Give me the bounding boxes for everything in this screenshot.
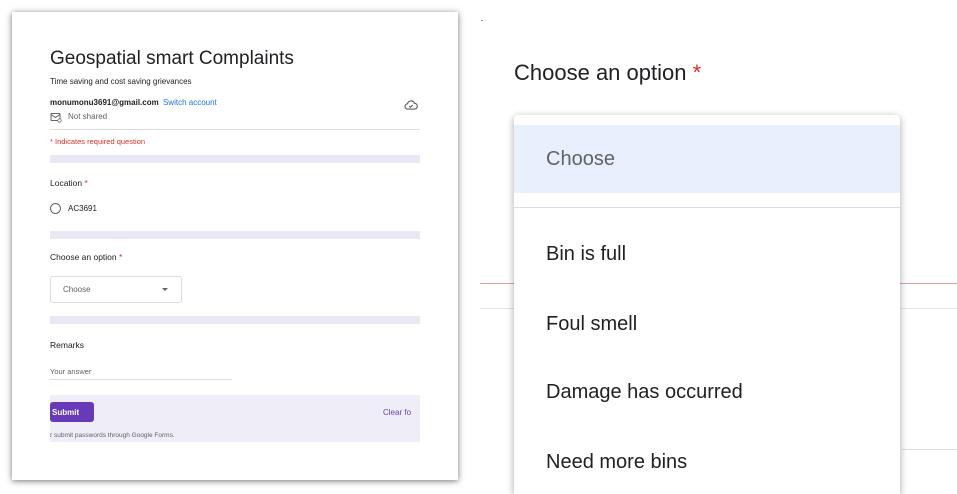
- dropdown-option-choose-label[interactable]: Choose: [546, 148, 615, 171]
- section-band: [50, 231, 420, 239]
- menu-divider: [514, 207, 900, 208]
- form-description: Time saving and cost saving grievances: [50, 77, 192, 86]
- dropdown-selected-value: Choose: [63, 285, 91, 294]
- dropdown-option-foul-smell[interactable]: Foul smell: [546, 313, 637, 336]
- required-asterisk: *: [119, 252, 123, 262]
- dropdown-option-damage-has-occurred[interactable]: Damage has occurred: [546, 381, 743, 404]
- remarks-question-label: Remarks: [50, 340, 85, 350]
- not-shared-icon: [50, 113, 62, 123]
- divider: [50, 129, 420, 130]
- location-option-label[interactable]: AC3691: [68, 204, 97, 213]
- switch-account-link[interactable]: Switch account: [163, 98, 217, 107]
- form-panel: Geospatial smart Complaints Time saving …: [12, 12, 458, 480]
- account-email: monumonu3691@gmail.com: [50, 98, 159, 107]
- choose-option-question-label: Choose an option *: [50, 252, 122, 262]
- footer-note: r submit passwords through Google Forms.: [50, 432, 175, 439]
- location-question-label: Location *: [50, 178, 88, 188]
- cloud-icon: [404, 100, 418, 110]
- location-radio-button[interactable]: [50, 203, 61, 214]
- section-band: [50, 155, 420, 163]
- required-asterisk: *: [84, 178, 88, 188]
- account-row: monumonu3691@gmail.com Switch account: [50, 98, 217, 107]
- divider: [902, 449, 957, 450]
- dropdown-option-bin-is-full[interactable]: Bin is full: [546, 243, 626, 266]
- chevron-down-icon: [162, 288, 168, 291]
- zoom-question-text: Choose an option: [514, 60, 687, 85]
- remarks-input[interactable]: Your answer: [50, 367, 232, 380]
- dropdown-option-need-more-bins[interactable]: Need more bins: [546, 451, 687, 474]
- decorative-mark: [481, 20, 483, 21]
- clear-form-button[interactable]: Clear fo: [383, 408, 411, 417]
- location-label-text: Location: [50, 178, 83, 188]
- required-asterisk: *: [692, 60, 702, 85]
- section-band: [50, 316, 420, 324]
- zoom-question-label: Choose an option *: [514, 60, 701, 86]
- not-shared-label: Not shared: [68, 112, 108, 121]
- choose-option-dropdown[interactable]: Choose: [50, 276, 182, 303]
- dropdown-menu: Choose Bin is full Foul smell Damage has…: [514, 115, 900, 494]
- submit-button[interactable]: Submit: [50, 402, 94, 422]
- form-title: Geospatial smart Complaints: [50, 48, 294, 69]
- choose-option-label-text: Choose an option: [50, 252, 117, 262]
- required-note: * Indicates required question: [50, 137, 146, 146]
